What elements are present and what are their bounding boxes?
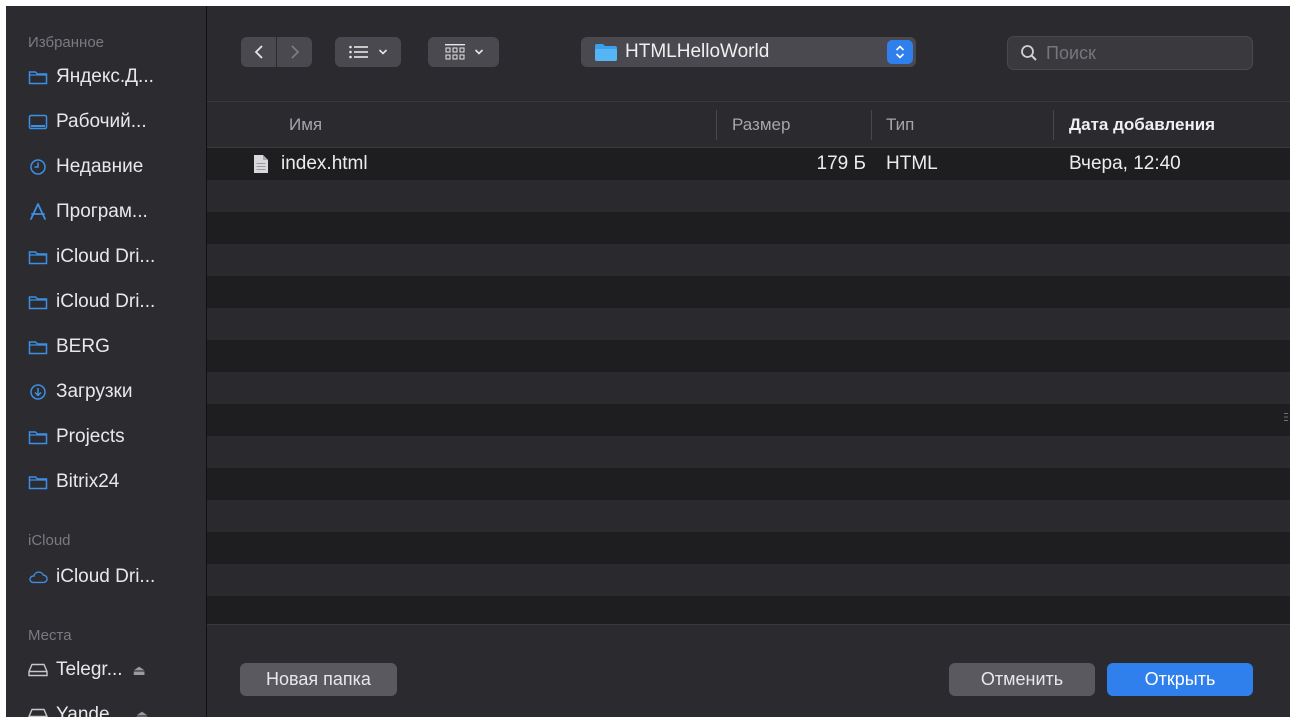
clock-icon bbox=[28, 157, 48, 177]
download-icon bbox=[28, 382, 48, 402]
toolbar: HTMLHelloWorld Поиск bbox=[207, 6, 1290, 102]
file-open-dialog: Избранное Яндекс.Д... Рабочий... Недавни… bbox=[6, 6, 1290, 717]
apps-icon bbox=[28, 202, 48, 222]
sidebar-item-projects[interactable]: Projects bbox=[28, 421, 198, 453]
dialog-footer: Новая папка Отменить Открыть bbox=[207, 624, 1290, 717]
column-separator[interactable] bbox=[1053, 110, 1054, 140]
sidebar-section-places: Места bbox=[28, 627, 72, 644]
file-list: index.html 179 Б HTML Вчера, 12:40 bbox=[207, 148, 1290, 624]
sidebar-item-label: iCloud Dri... bbox=[56, 291, 156, 312]
sidebar-item-downloads[interactable]: Загрузки bbox=[28, 376, 198, 408]
resize-handle[interactable] bbox=[1284, 411, 1288, 423]
empty-row bbox=[207, 404, 1290, 436]
sidebar-item-label: Telegr... bbox=[56, 659, 123, 680]
sidebar-item-label: Рабочий... bbox=[56, 111, 147, 132]
sidebar-item-label: iCloud Dri... bbox=[56, 246, 156, 267]
open-button[interactable]: Открыть bbox=[1107, 663, 1253, 696]
desktop-icon bbox=[28, 112, 48, 132]
chevron-right-icon bbox=[290, 45, 299, 59]
sidebar: Избранное Яндекс.Д... Рабочий... Недавни… bbox=[6, 6, 207, 717]
empty-row bbox=[207, 564, 1290, 596]
sidebar-item-label: BERG bbox=[56, 336, 110, 357]
sidebar-item-label: Недавние bbox=[56, 156, 144, 177]
cloud-icon bbox=[28, 567, 48, 587]
sidebar-item-label: Яндекс.Д... bbox=[56, 66, 154, 87]
grid-view-icon bbox=[444, 44, 465, 60]
empty-row bbox=[207, 212, 1290, 244]
new-folder-button[interactable]: Новая папка bbox=[240, 663, 397, 696]
sidebar-item-icloud-drive-2[interactable]: iCloud Dri... bbox=[28, 286, 198, 318]
list-header: Имя Размер Тип Дата добавления bbox=[207, 102, 1290, 148]
back-button[interactable] bbox=[241, 37, 276, 67]
empty-row bbox=[207, 244, 1290, 276]
group-by-button[interactable] bbox=[428, 37, 499, 67]
sidebar-item-yandex-volume[interactable]: Yande... ⏏ bbox=[28, 699, 198, 717]
column-size[interactable]: Размер bbox=[732, 102, 790, 147]
folder-icon bbox=[28, 292, 48, 312]
search-field[interactable]: Поиск bbox=[1007, 36, 1253, 70]
search-icon bbox=[1021, 45, 1037, 61]
table-row[interactable]: index.html 179 Б HTML Вчера, 12:40 bbox=[207, 148, 1290, 180]
empty-row bbox=[207, 468, 1290, 500]
sidebar-item-label: iCloud Dri... bbox=[56, 566, 156, 587]
sidebar-item-recents[interactable]: Недавние bbox=[28, 151, 198, 183]
empty-row bbox=[207, 276, 1290, 308]
folder-icon bbox=[28, 472, 48, 492]
file-icon bbox=[253, 148, 269, 180]
drive-icon bbox=[28, 705, 48, 717]
sidebar-item-applications[interactable]: Програм... bbox=[28, 196, 198, 228]
sidebar-item-yandex-disk[interactable]: Яндекс.Д... bbox=[28, 61, 198, 93]
folder-icon bbox=[28, 337, 48, 357]
folder-icon bbox=[28, 67, 48, 87]
empty-row bbox=[207, 532, 1290, 564]
folder-icon bbox=[595, 43, 617, 61]
empty-row bbox=[207, 436, 1290, 468]
empty-row bbox=[207, 340, 1290, 372]
sidebar-item-label: Загрузки bbox=[56, 381, 133, 402]
sidebar-section-favorites: Избранное bbox=[28, 34, 105, 51]
file-browser: HTMLHelloWorld Поиск Имя Размер Тип Дата… bbox=[207, 6, 1290, 717]
sidebar-section-icloud: iCloud bbox=[28, 532, 71, 549]
sidebar-item-icloud-drive-1[interactable]: iCloud Dri... bbox=[28, 241, 198, 273]
empty-row bbox=[207, 372, 1290, 404]
folder-icon bbox=[28, 247, 48, 267]
sidebar-item-icloud-drive-3[interactable]: iCloud Dri... bbox=[28, 561, 198, 593]
chevron-left-icon bbox=[254, 45, 263, 59]
location-name: HTMLHelloWorld bbox=[625, 41, 770, 62]
sidebar-item-berg[interactable]: BERG bbox=[28, 331, 198, 363]
column-separator[interactable] bbox=[871, 110, 872, 140]
up-down-chevron-icon bbox=[895, 45, 905, 59]
list-view-icon bbox=[349, 45, 368, 59]
empty-row bbox=[207, 500, 1290, 532]
chevron-down-icon bbox=[378, 49, 388, 55]
drive-icon bbox=[28, 660, 48, 680]
sidebar-item-bitrix24[interactable]: Bitrix24 bbox=[28, 466, 198, 498]
file-type: HTML bbox=[886, 153, 938, 174]
column-name[interactable]: Имя bbox=[289, 102, 322, 147]
file-size: 179 Б bbox=[816, 153, 866, 174]
eject-icon[interactable]: ⏏ bbox=[135, 707, 148, 717]
file-date-added: Вчера, 12:40 bbox=[1069, 153, 1181, 174]
column-separator[interactable] bbox=[716, 110, 717, 140]
sidebar-item-label: Yande... bbox=[56, 704, 126, 717]
file-name: index.html bbox=[281, 153, 368, 174]
sidebar-item-label: Програм... bbox=[56, 201, 148, 222]
forward-button[interactable] bbox=[277, 37, 312, 67]
eject-icon[interactable]: ⏏ bbox=[133, 662, 146, 679]
column-type[interactable]: Тип bbox=[886, 102, 914, 147]
empty-row bbox=[207, 180, 1290, 212]
chevron-down-icon bbox=[474, 49, 483, 55]
cancel-button[interactable]: Отменить bbox=[949, 663, 1095, 696]
empty-row bbox=[207, 308, 1290, 340]
sidebar-item-desktop[interactable]: Рабочий... bbox=[28, 106, 198, 138]
search-input[interactable]: Поиск bbox=[1046, 43, 1096, 64]
view-mode-list-button[interactable] bbox=[335, 37, 401, 67]
column-date-added[interactable]: Дата добавления bbox=[1069, 102, 1215, 147]
folder-icon bbox=[28, 427, 48, 447]
sidebar-item-telegram-volume[interactable]: Telegr... ⏏ bbox=[28, 654, 198, 686]
sidebar-item-label: Bitrix24 bbox=[56, 471, 120, 492]
location-stepper[interactable] bbox=[887, 40, 913, 64]
location-popup[interactable]: HTMLHelloWorld bbox=[581, 37, 916, 67]
sidebar-item-label: Projects bbox=[56, 426, 125, 447]
